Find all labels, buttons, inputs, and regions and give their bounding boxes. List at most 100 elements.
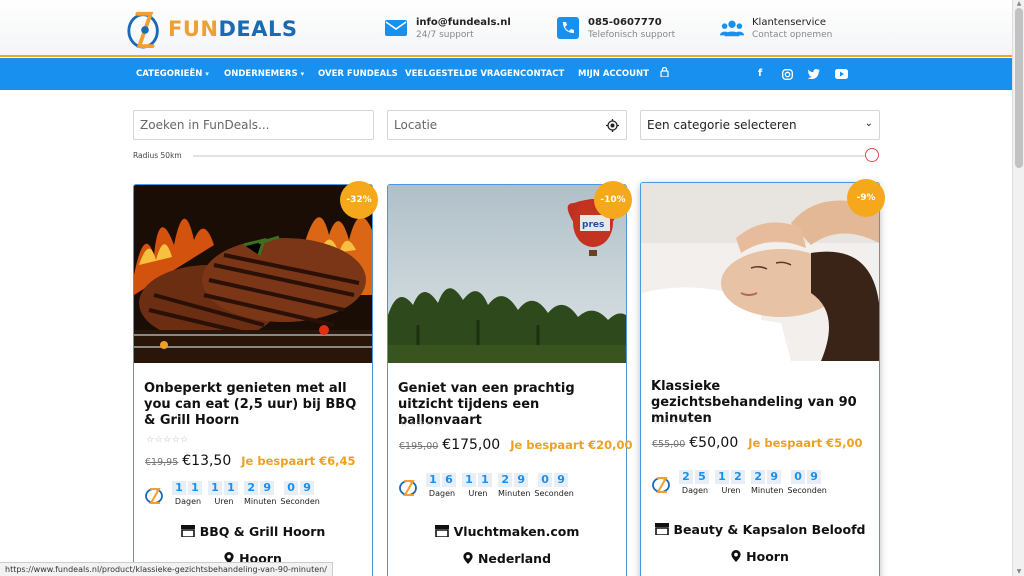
deal-card[interactable]: -32% Onbeperkt genieten met all you can … (133, 181, 378, 576)
header-customer-service[interactable]: Klantenservice Contact opnemen (720, 16, 832, 41)
store-icon (654, 523, 669, 535)
countdown: 1 1 Dagen 1 1 Uren 2 9 Minuten 0 9 Seconden (144, 481, 324, 507)
new-price: €175,00 (442, 437, 501, 453)
countdown-hours: 1 1 Uren (462, 473, 494, 498)
old-price: €55,00 (652, 439, 686, 450)
discount-badge: -9% (847, 179, 885, 217)
scroll-up-arrow-icon[interactable]: ▲ (1013, 0, 1024, 8)
chevron-down-icon: ▾ (300, 70, 305, 78)
merchant-name[interactable]: Beauty & Kapsalon Beloofd (641, 522, 879, 537)
category-select-value: Een categorie selecteren (647, 118, 797, 132)
category-select[interactable]: Een categorie selecteren ⌄ (640, 110, 880, 140)
youtube-icon[interactable] (834, 67, 848, 81)
price-row: €195,00 €175,00 Je bespaart €20,00 (399, 437, 632, 453)
fundeals-mini-logo-icon (652, 477, 670, 493)
store-icon (434, 525, 449, 537)
scroll-down-arrow-icon[interactable]: ▼ (1013, 568, 1024, 576)
rating-stars: ☆☆☆☆☆ (146, 435, 189, 445)
new-price: €13,50 (182, 453, 232, 469)
savings-text: Je bespaart €5,00 (748, 436, 863, 450)
discount-badge: -10% (594, 181, 632, 219)
countdown-minutes: 2 9 Minuten (498, 473, 531, 498)
countdown-days: 1 6 Dagen (426, 473, 458, 498)
deal-image-balloon[interactable]: pres (388, 185, 626, 363)
logo-mark-icon (127, 11, 159, 49)
rating-stars: ☆☆☆☆☆ (653, 417, 696, 427)
page: FUNDEALS info@fundeals.nl 24/7 support 0… (0, 0, 1012, 576)
nav-item-contact[interactable]: CONTACT (520, 58, 564, 90)
status-bar-url: https://www.fundeals.nl/product/klassiek… (0, 562, 333, 576)
location-field[interactable] (388, 111, 598, 139)
countdown-minutes: 2 9 Minuten (244, 481, 277, 506)
email-address: info@fundeals.nl (416, 17, 511, 28)
countdown-days: 2 5 Dagen (679, 470, 711, 495)
radius-label: Radius 50km (133, 151, 182, 160)
phone-subtitle: Telefonisch support (588, 30, 676, 40)
phone-number: 085-0607770 (588, 17, 662, 28)
location-input[interactable] (387, 110, 627, 140)
vertical-scrollbar[interactable]: ▲ ▼ (1012, 0, 1024, 576)
envelope-icon (384, 16, 408, 40)
new-price: €50,00 (689, 435, 739, 451)
instagram-icon[interactable] (780, 67, 794, 81)
twitter-icon[interactable] (807, 67, 821, 81)
radius-slider-track[interactable] (193, 155, 873, 157)
deal-image-facial[interactable] (641, 183, 879, 361)
deal-card[interactable]: -9% Klassieke gezichtsbehandeling van 90… (640, 179, 885, 576)
merchant-name[interactable]: Vluchtmaken.com (388, 524, 626, 539)
nav-item-faq[interactable]: VEELGESTELDE VRAGEN (405, 58, 520, 90)
nav-item-my-account[interactable]: MIJN ACCOUNT (578, 58, 649, 90)
countdown: 1 6 Dagen 1 1 Uren 2 9 Minuten 0 9 Seconden (398, 473, 578, 499)
locate-icon[interactable] (606, 119, 619, 132)
rating-stars: ☆☆☆☆☆ (400, 419, 443, 429)
merchant-name[interactable]: BBQ & Grill Hoorn (134, 524, 372, 539)
countdown-seconds: 0 9 Seconden (280, 481, 320, 506)
price-row: €19,95 €13,50 Je bespaart €6,45 (145, 453, 356, 469)
fundeals-logo[interactable]: FUNDEALS (126, 7, 306, 51)
chevron-down-icon: ⌄ (864, 118, 873, 129)
countdown: 2 5 Dagen 1 2 Uren 2 9 Minuten 0 9 Seconden (651, 470, 831, 496)
old-price: €19,95 (145, 457, 179, 468)
nav-item-categories[interactable]: CATEGORIEËN ▾ (136, 58, 209, 90)
deal-title[interactable]: Onbeperkt genieten met all you can eat (… (144, 381, 366, 429)
countdown-hours: 1 1 Uren (208, 481, 240, 506)
old-price: €195,00 (399, 441, 439, 452)
top-header: FUNDEALS info@fundeals.nl 24/7 support 0… (0, 0, 1012, 57)
map-marker-icon (463, 552, 473, 564)
discount-badge: -32% (340, 181, 378, 219)
service-title: Klantenservice (752, 17, 827, 28)
deal-location: Hoorn (641, 549, 879, 564)
deal-image-bbq[interactable] (134, 185, 372, 363)
savings-text: Je bespaart €6,45 (241, 454, 356, 468)
email-subtitle: 24/7 support (416, 30, 474, 40)
countdown-seconds: 0 9 Seconden (787, 470, 827, 495)
store-icon (180, 525, 195, 537)
deal-card[interactable]: pres -10% Geniet van een prachtig uitzic… (387, 181, 632, 576)
map-marker-icon (731, 550, 741, 562)
fundeals-mini-logo-icon (399, 480, 417, 496)
countdown-days: 1 1 Dagen (172, 481, 204, 506)
logo-wordmark: FUNDEALS (168, 17, 298, 41)
header-email[interactable]: info@fundeals.nl 24/7 support (384, 16, 511, 41)
keyword-input[interactable] (134, 111, 373, 139)
countdown-seconds: 0 9 Seconden (534, 473, 574, 498)
facebook-icon[interactable]: f (753, 67, 767, 81)
radius-slider-handle[interactable] (865, 148, 879, 162)
main-nav: CATEGORIEËN ▾ ONDERNEMERS ▾ OVER FUNDEALS … (0, 58, 1012, 90)
users-icon (720, 16, 744, 40)
header-phone[interactable]: 085-0607770 Telefonisch support (556, 16, 675, 41)
countdown-minutes: 2 9 Minuten (751, 470, 784, 495)
phone-icon (556, 16, 580, 40)
fundeals-mini-logo-icon (145, 488, 163, 504)
svg-text:pres: pres (582, 220, 604, 230)
savings-text: Je bespaart €20,00 (510, 438, 633, 452)
service-subtitle: Contact opnemen (752, 30, 833, 40)
lock-icon[interactable] (660, 58, 669, 90)
search-input[interactable] (133, 110, 374, 140)
countdown-hours: 1 2 Uren (715, 470, 747, 495)
nav-item-ondernemers[interactable]: ONDERNEMERS ▾ (224, 58, 304, 90)
nav-item-over-fundeals[interactable]: OVER FUNDEALS (318, 58, 398, 90)
scrollbar-thumb[interactable] (1015, 8, 1023, 168)
chevron-down-icon: ▾ (205, 70, 209, 78)
price-row: €55,00 €50,00 Je bespaart €5,00 (652, 435, 863, 451)
